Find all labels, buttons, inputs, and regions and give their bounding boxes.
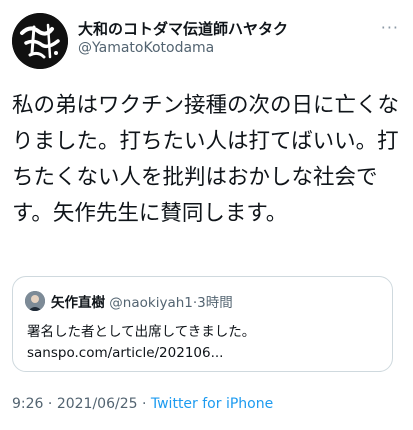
author-display-name[interactable]: 大和のコトダマ伝道師ハヤタク bbox=[78, 18, 288, 39]
author-handle[interactable]: @YamatoKotodama bbox=[78, 40, 214, 56]
quoted-tweet-card[interactable]: 矢作直樹 @naokiyah1·3時間 署名した者として出席してきました。 sa… bbox=[12, 276, 393, 372]
quoted-display-name[interactable]: 矢作直樹 bbox=[51, 295, 105, 311]
calligraphy-logo-icon bbox=[12, 13, 68, 69]
quoted-text-line: 署名した者として出席してきました。 bbox=[27, 324, 256, 340]
quoted-handle[interactable]: @naokiyah1 bbox=[109, 295, 193, 311]
tweet-date[interactable]: 2021/06/25 bbox=[57, 396, 138, 412]
tweet-text: 私の弟はワクチン接種の次の日に亡くなりました。打ちたい人は打てばいい。打ちたくな… bbox=[12, 93, 400, 226]
more-options-icon[interactable]: ··· bbox=[381, 18, 399, 37]
person-photo-icon bbox=[25, 291, 45, 311]
quoted-text: 署名した者として出席してきました。 sanspo.com/article/202… bbox=[27, 322, 377, 364]
quoted-header: 矢作直樹 @naokiyah1·3時間 bbox=[51, 291, 233, 311]
quoted-author-avatar[interactable] bbox=[25, 291, 45, 311]
footer-separator: · bbox=[137, 396, 151, 412]
quoted-link[interactable]: sanspo.com/article/202106... bbox=[27, 343, 377, 364]
tweet-timestamp-bar: 9:26 · 2021/06/25 · Twitter for iPhone bbox=[12, 396, 273, 412]
quoted-time: 3時間 bbox=[197, 295, 233, 311]
footer-separator: · bbox=[43, 396, 57, 412]
tweet-time[interactable]: 9:26 bbox=[12, 396, 43, 412]
tweet-source-link[interactable]: Twitter for iPhone bbox=[151, 396, 273, 412]
author-avatar[interactable] bbox=[12, 13, 68, 69]
